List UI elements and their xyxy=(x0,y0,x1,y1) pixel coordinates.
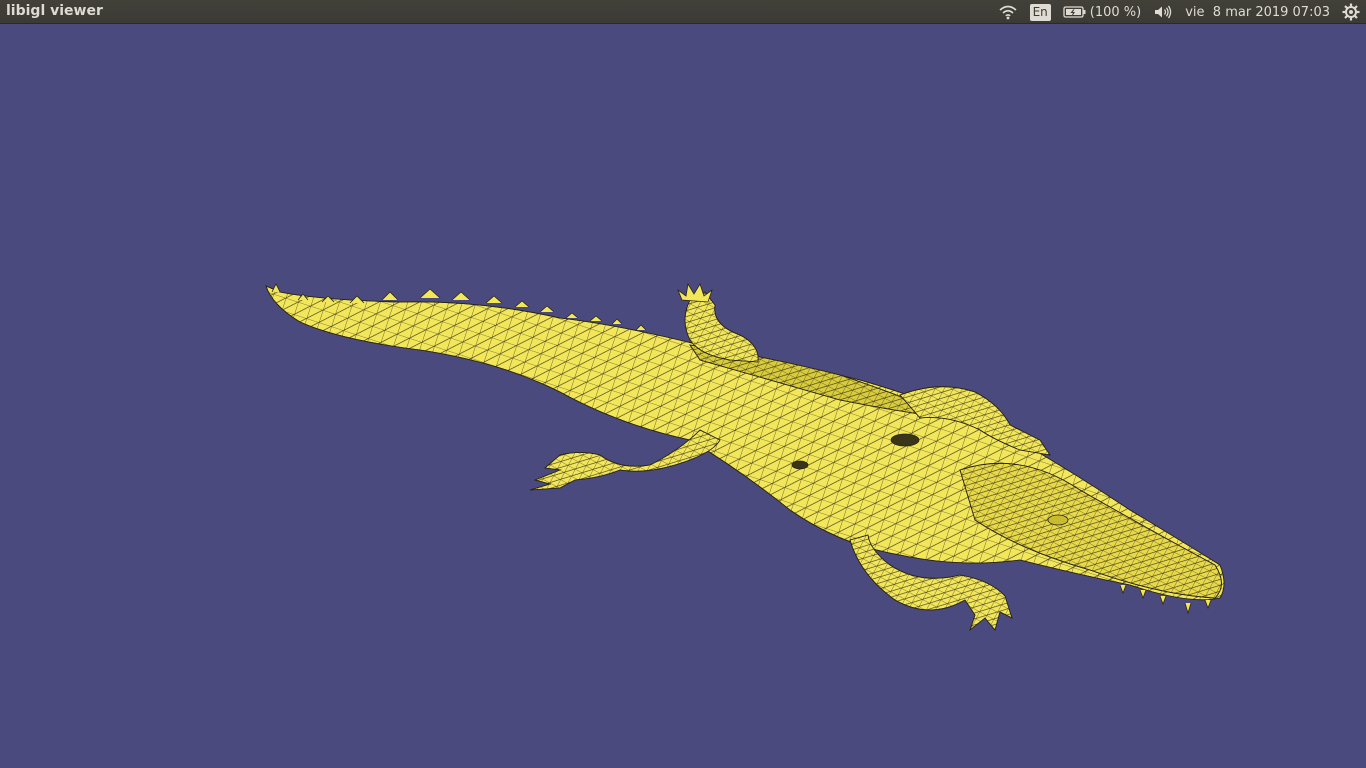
crocodile-mesh[interactable] xyxy=(0,25,1366,768)
top-panel: libigl viewer En (100 %) vie 8 mar 2019 … xyxy=(0,0,1366,24)
gear-icon xyxy=(1342,3,1360,21)
battery-indicator[interactable]: (100 %) xyxy=(1063,0,1141,24)
clock-indicator[interactable]: vie 8 mar 2019 07:03 xyxy=(1185,0,1330,24)
battery-icon xyxy=(1063,6,1086,18)
wifi-indicator[interactable] xyxy=(998,0,1018,24)
3d-viewport[interactable] xyxy=(0,25,1366,768)
clock-label: vie 8 mar 2019 07:03 xyxy=(1185,4,1330,20)
system-menu[interactable] xyxy=(1342,0,1360,24)
volume-indicator[interactable] xyxy=(1153,0,1173,24)
battery-percent: (100 %) xyxy=(1089,4,1142,20)
app-title: libigl viewer xyxy=(6,3,103,19)
indicator-area: En (100 %) vie 8 mar 2019 07:03 xyxy=(998,0,1366,24)
volume-icon xyxy=(1155,5,1172,19)
language-indicator[interactable]: En xyxy=(1029,0,1051,24)
wifi-icon xyxy=(999,5,1017,20)
language-label: En xyxy=(1029,3,1051,21)
